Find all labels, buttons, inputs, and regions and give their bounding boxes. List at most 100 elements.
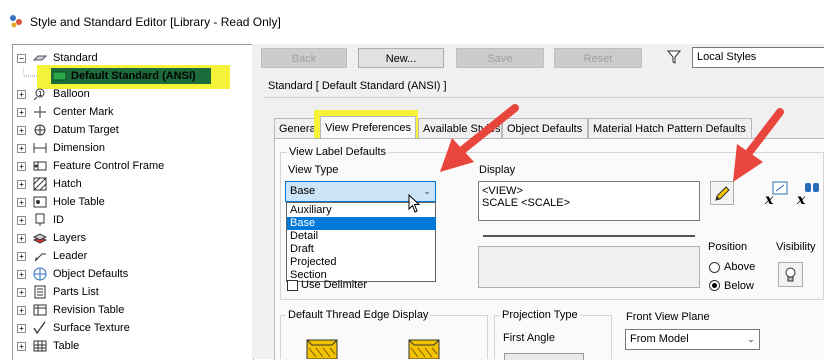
expand-icon[interactable]: + — [17, 252, 26, 261]
tree-item-hatch[interactable]: + Hatch — [13, 175, 253, 193]
dropdown-option-projected[interactable]: Projected — [287, 256, 436, 269]
tree-item-label: Surface Texture — [53, 322, 130, 334]
tree-item-default-standard[interactable]: Default Standard (ANSI) — [13, 67, 253, 85]
thread-edge-option-2-icon[interactable] — [406, 338, 442, 359]
below-radio[interactable] — [709, 280, 720, 291]
standard-title: Standard [ Default Standard (ANSI) ] — [268, 80, 447, 92]
delimiter-field[interactable] — [478, 246, 700, 288]
object-defaults-icon — [33, 267, 47, 281]
new-button[interactable]: New... — [358, 48, 444, 68]
tree-item-feature-control-frame[interactable]: + Feature Control Frame — [13, 157, 253, 175]
binoculars-icon: x — [796, 183, 819, 208]
tab-general[interactable]: General — [274, 118, 318, 138]
tree-item-center-mark[interactable]: + Center Mark — [13, 103, 253, 121]
style-filter-select[interactable]: Local Styles — [692, 47, 824, 68]
thread-edge-option-1-icon[interactable] — [304, 338, 340, 359]
app-icon — [10, 15, 22, 28]
tree-item-parts-list[interactable]: + Parts List — [13, 283, 253, 301]
use-delimiter-label: Use Delimiter — [301, 279, 368, 291]
hatch-icon — [33, 177, 47, 191]
tree-item-dimension[interactable]: + Dimension — [13, 139, 253, 157]
tree-item-hole-table[interactable]: + Hole Table — [13, 193, 253, 211]
dropdown-option-detail[interactable]: Detail — [287, 230, 436, 243]
tree-item-label: Layers — [53, 232, 87, 244]
tree-item-label: Center Mark — [53, 106, 114, 118]
filter-icon — [667, 50, 681, 64]
tree-item-label: Datum Target — [53, 124, 119, 136]
expand-icon[interactable]: + — [17, 234, 26, 243]
svg-text:x: x — [796, 192, 806, 207]
tree-item-label: Parts List — [53, 286, 99, 298]
view-type-label: View Type — [288, 164, 339, 176]
style-tree[interactable]: − Standard Default Standard (ANSI) +1 Bal… — [12, 44, 254, 360]
expand-icon[interactable]: + — [17, 198, 26, 207]
tree-item-surface-texture[interactable]: + Surface Texture — [13, 319, 253, 337]
front-view-title: Front View Plane — [626, 311, 710, 323]
tree-item-leader[interactable]: + Leader — [13, 247, 253, 265]
tree-item-object-defaults[interactable]: + Object Defaults — [13, 265, 253, 283]
expand-icon[interactable]: + — [17, 180, 26, 189]
tree-item-label: Revision Table — [53, 304, 125, 316]
style-filter-value: Local Styles — [697, 51, 757, 63]
expand-icon[interactable]: + — [17, 216, 26, 225]
view-type-dropdown[interactable]: Auxiliary Base Detail Draft Projected Section — [286, 202, 436, 282]
tree-connector — [23, 67, 37, 77]
dropdown-option-base[interactable]: Base — [287, 217, 436, 230]
expand-icon[interactable]: + — [17, 144, 26, 153]
tree-item-id[interactable]: + ID — [13, 211, 253, 229]
display-textarea[interactable]: <VIEW> SCALE <SCALE> — [478, 181, 700, 221]
expand-icon[interactable]: + — [17, 342, 26, 351]
dropdown-option-draft[interactable]: Draft — [287, 243, 436, 256]
display-line: <VIEW> — [482, 185, 523, 197]
balloon-icon: 1 — [33, 88, 45, 101]
save-button[interactable]: Save — [456, 48, 544, 68]
tree-item-balloon[interactable]: +1 Balloon — [13, 85, 253, 103]
view-type-value: Base — [290, 185, 316, 197]
expand-icon[interactable]: + — [17, 126, 26, 135]
standard-icon — [33, 55, 47, 61]
tab-view-preferences[interactable]: View Preferences — [320, 116, 416, 140]
projection-value: First Angle — [503, 332, 555, 344]
use-delimiter-checkbox[interactable] — [287, 280, 298, 291]
expand-icon[interactable]: + — [17, 288, 26, 297]
tree-item-label: Default Standard (ANSI) — [71, 70, 196, 82]
expand-icon[interactable]: + — [17, 108, 26, 117]
tree-item-revision-table[interactable]: + Revision Table — [13, 301, 253, 319]
chevron-down-icon[interactable]: ⌄ — [745, 333, 757, 345]
above-radio[interactable] — [709, 262, 720, 273]
dimension-icon — [33, 143, 47, 153]
front-view-select[interactable]: From Model ⌄ — [625, 329, 760, 350]
surface-texture-icon — [33, 321, 46, 335]
back-button[interactable]: Back — [261, 48, 347, 68]
tree-item-layers[interactable]: + Layers — [13, 229, 253, 247]
standard-item-icon — [53, 71, 67, 81]
mouse-cursor-icon — [408, 194, 421, 213]
reset-button[interactable]: Reset — [554, 48, 642, 68]
table-icon — [33, 340, 47, 352]
tree-item-table[interactable]: + Table — [13, 337, 253, 355]
collapse-icon[interactable]: − — [17, 54, 26, 63]
leader-icon — [34, 253, 46, 262]
tree-item-label: ID — [53, 214, 64, 226]
tree-item-datum-target[interactable]: + Datum Target — [13, 121, 253, 139]
visibility-button[interactable] — [778, 262, 803, 287]
tree-item-label: Object Defaults — [53, 268, 129, 280]
view-label-group-title: View Label Defaults — [287, 146, 389, 158]
parts-list-icon — [34, 285, 46, 299]
title-bar: Style and Standard Editor [Library - Rea… — [0, 0, 824, 44]
tree-item-label: Table — [53, 340, 80, 352]
tree-item-label: Hatch — [53, 178, 82, 190]
projection-title: Projection Type — [500, 309, 580, 321]
chevron-down-icon[interactable]: ⌄ — [421, 185, 433, 197]
expand-icon[interactable]: + — [17, 162, 26, 171]
hole-table-icon — [33, 196, 47, 208]
expand-icon[interactable]: + — [17, 270, 26, 279]
annotation-arrow-icon — [733, 108, 784, 182]
tree-item-label: Leader — [53, 250, 88, 262]
expand-icon[interactable]: + — [17, 90, 26, 99]
front-view-value: From Model — [630, 333, 689, 345]
expand-icon[interactable]: + — [17, 306, 26, 315]
expand-icon[interactable]: + — [17, 324, 26, 333]
find-parameter-button[interactable]: x — [796, 181, 824, 208]
center-mark-icon — [34, 106, 46, 118]
